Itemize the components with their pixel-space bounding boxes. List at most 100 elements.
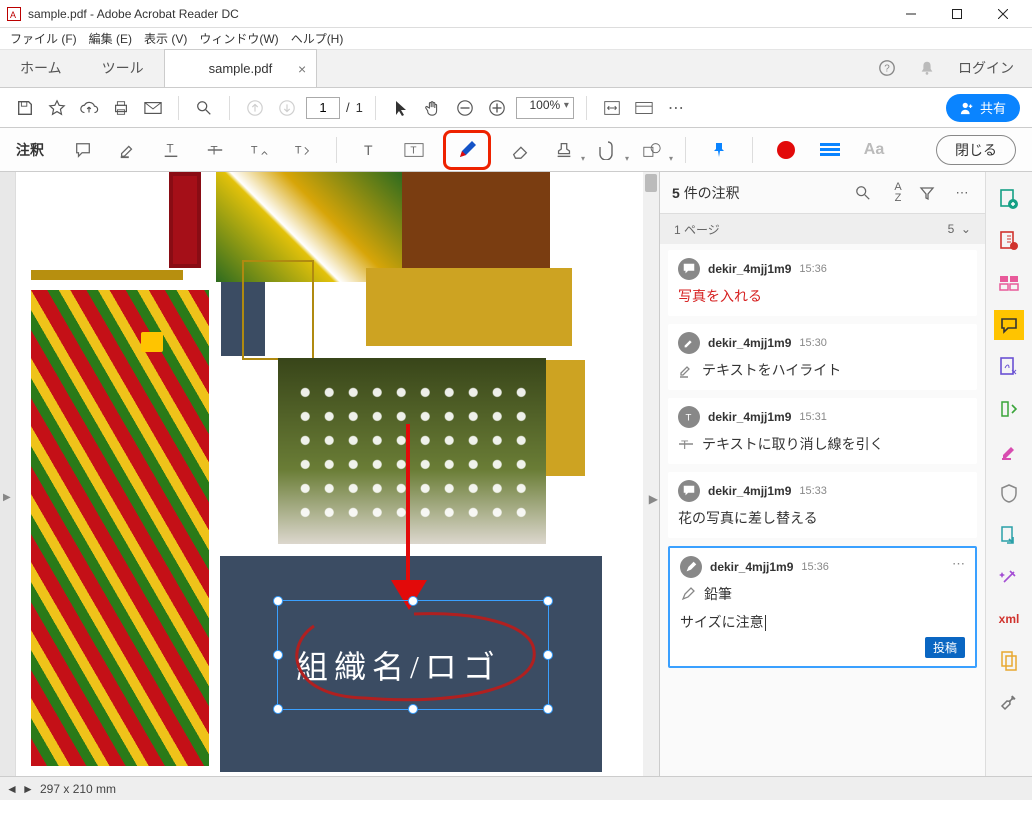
print-icon[interactable]	[108, 95, 134, 121]
menu-view[interactable]: 表示 (V)	[138, 28, 193, 49]
hand-icon[interactable]	[420, 95, 446, 121]
rail-sign-icon[interactable]	[994, 352, 1024, 382]
rail-export-icon[interactable]	[994, 520, 1024, 550]
shapes-icon[interactable]	[637, 135, 667, 165]
page-dimensions: 297 x 210 mm	[40, 782, 116, 796]
cloud-upload-icon[interactable]	[76, 95, 102, 121]
expand-left-icon[interactable]: ▶	[3, 492, 11, 503]
eraser-icon[interactable]	[505, 135, 535, 165]
note-icon[interactable]	[68, 135, 98, 165]
rail-edit-icon[interactable]	[994, 226, 1024, 256]
comment-edit-input[interactable]: サイズに注意	[680, 612, 965, 632]
document-viewport[interactable]: ▶ 組織名/ロゴ	[0, 172, 660, 776]
search-icon[interactable]	[191, 95, 217, 121]
zoom-value: 100%	[530, 98, 561, 112]
page-view-icon[interactable]	[631, 95, 657, 121]
svg-text:T: T	[251, 144, 258, 156]
doc-scrollbar[interactable]	[643, 172, 659, 776]
attach-icon[interactable]	[593, 135, 623, 165]
login-button[interactable]: ログイン	[958, 58, 1014, 78]
tab-tools[interactable]: ツール	[82, 49, 164, 87]
fit-width-icon[interactable]	[599, 95, 625, 121]
menu-help[interactable]: ヘルプ(H)	[285, 28, 350, 49]
pencil-tool-active[interactable]	[443, 130, 491, 170]
tab-document[interactable]: sample.pdf ×	[164, 49, 318, 87]
minimize-button[interactable]	[888, 0, 934, 28]
handle-br[interactable]	[543, 704, 553, 714]
comment-item-4[interactable]: dekir_4mjj1m9 15:33 花の写真に差し替える	[668, 472, 977, 538]
rail-redact-icon[interactable]	[994, 436, 1024, 466]
handle-mr[interactable]	[543, 650, 553, 660]
handle-ml[interactable]	[273, 650, 283, 660]
highlight-icon[interactable]	[112, 135, 142, 165]
menu-edit[interactable]: 編集 (E)	[83, 28, 138, 49]
stamp-icon[interactable]	[549, 135, 579, 165]
close-window-button[interactable]	[980, 0, 1026, 28]
rail-protect-icon[interactable]	[994, 478, 1024, 508]
comment-item-2[interactable]: dekir_4mjj1m9 15:30 テキストをハイライト	[668, 324, 977, 390]
insert-text-icon[interactable]: T	[244, 135, 274, 165]
rail-create-icon[interactable]	[994, 184, 1024, 214]
tab-home[interactable]: ホーム	[0, 49, 82, 87]
zoom-out-icon[interactable]	[452, 95, 478, 121]
rail-xml-icon[interactable]: xml	[994, 604, 1024, 634]
handle-tl[interactable]	[273, 596, 283, 606]
page-number-input[interactable]	[306, 97, 340, 119]
page-down-icon[interactable]	[274, 95, 300, 121]
star-icon[interactable]	[44, 95, 70, 121]
sticky-note-icon[interactable]	[141, 332, 163, 352]
share-button[interactable]: 共有	[946, 94, 1020, 122]
color-picker[interactable]	[771, 135, 801, 165]
rail-enhance-icon[interactable]	[994, 562, 1024, 592]
comment-post-button[interactable]: 投稿	[925, 637, 965, 658]
comments-more-icon[interactable]: ⋯	[951, 185, 973, 201]
rail-comment-icon[interactable]	[994, 310, 1024, 340]
tab-close-icon[interactable]: ×	[298, 61, 306, 77]
textbox-icon[interactable]: T	[399, 135, 429, 165]
comment-item-3[interactable]: T dekir_4mjj1m9 15:31 T テキストに取り消し線を引く	[668, 398, 977, 464]
underline-icon[interactable]: T	[156, 135, 186, 165]
rail-tools-icon[interactable]	[994, 688, 1024, 718]
comments-search-icon[interactable]	[855, 185, 877, 201]
collapse-pane-icon[interactable]: ▶	[649, 492, 658, 506]
line-width-icon[interactable]	[815, 135, 845, 165]
font-icon[interactable]: Aa	[859, 135, 889, 165]
menu-window[interactable]: ウィンドウ(W)	[193, 28, 284, 49]
status-next-icon[interactable]: ►	[22, 782, 34, 796]
handle-tc[interactable]	[408, 596, 418, 606]
bell-icon[interactable]	[918, 59, 940, 77]
handle-bl[interactable]	[273, 704, 283, 714]
comment-item-1[interactable]: dekir_4mjj1m9 15:36 写真を入れる	[668, 250, 977, 316]
save-icon[interactable]	[12, 95, 38, 121]
zoom-in-icon[interactable]	[484, 95, 510, 121]
replace-text-icon[interactable]: T	[288, 135, 318, 165]
rail-organize-icon[interactable]	[994, 268, 1024, 298]
pin-icon[interactable]	[704, 135, 734, 165]
comments-filter-icon[interactable]	[919, 185, 941, 201]
selection-box[interactable]	[277, 600, 549, 710]
cursor-icon[interactable]	[388, 95, 414, 121]
page-up-icon[interactable]	[242, 95, 268, 121]
maximize-button[interactable]	[934, 0, 980, 28]
help-icon[interactable]: ?	[878, 59, 900, 77]
menu-file[interactable]: ファイル (F)	[4, 28, 83, 49]
handle-bc[interactable]	[408, 704, 418, 714]
comment-item-5-active[interactable]: ⋯ dekir_4mjj1m9 15:36 鉛筆 サイズに注意 投稿	[668, 546, 977, 668]
mail-icon[interactable]	[140, 95, 166, 121]
more-icon[interactable]: ⋯	[663, 95, 689, 121]
scrollbar-thumb[interactable]	[645, 174, 657, 192]
rail-copy-icon[interactable]	[994, 646, 1024, 676]
comments-sort-icon[interactable]: AZ	[887, 182, 909, 204]
image-placeholder	[169, 172, 201, 268]
strikethrough-icon[interactable]: T	[200, 135, 230, 165]
close-annotation-button[interactable]: 閉じる	[936, 135, 1016, 165]
zoom-select[interactable]: 100%	[516, 97, 574, 119]
note-avatar-icon	[678, 480, 700, 502]
rail-compress-icon[interactable]	[994, 394, 1024, 424]
comment-more-icon[interactable]: ⋯	[952, 556, 965, 572]
handle-tr[interactable]	[543, 596, 553, 606]
text-tool-icon[interactable]: T	[355, 135, 385, 165]
comments-page-header[interactable]: 1 ページ 5 ⌄	[660, 214, 985, 244]
status-prev-icon[interactable]: ◄	[6, 782, 18, 796]
page-canvas[interactable]: 組織名/ロゴ	[16, 172, 643, 776]
